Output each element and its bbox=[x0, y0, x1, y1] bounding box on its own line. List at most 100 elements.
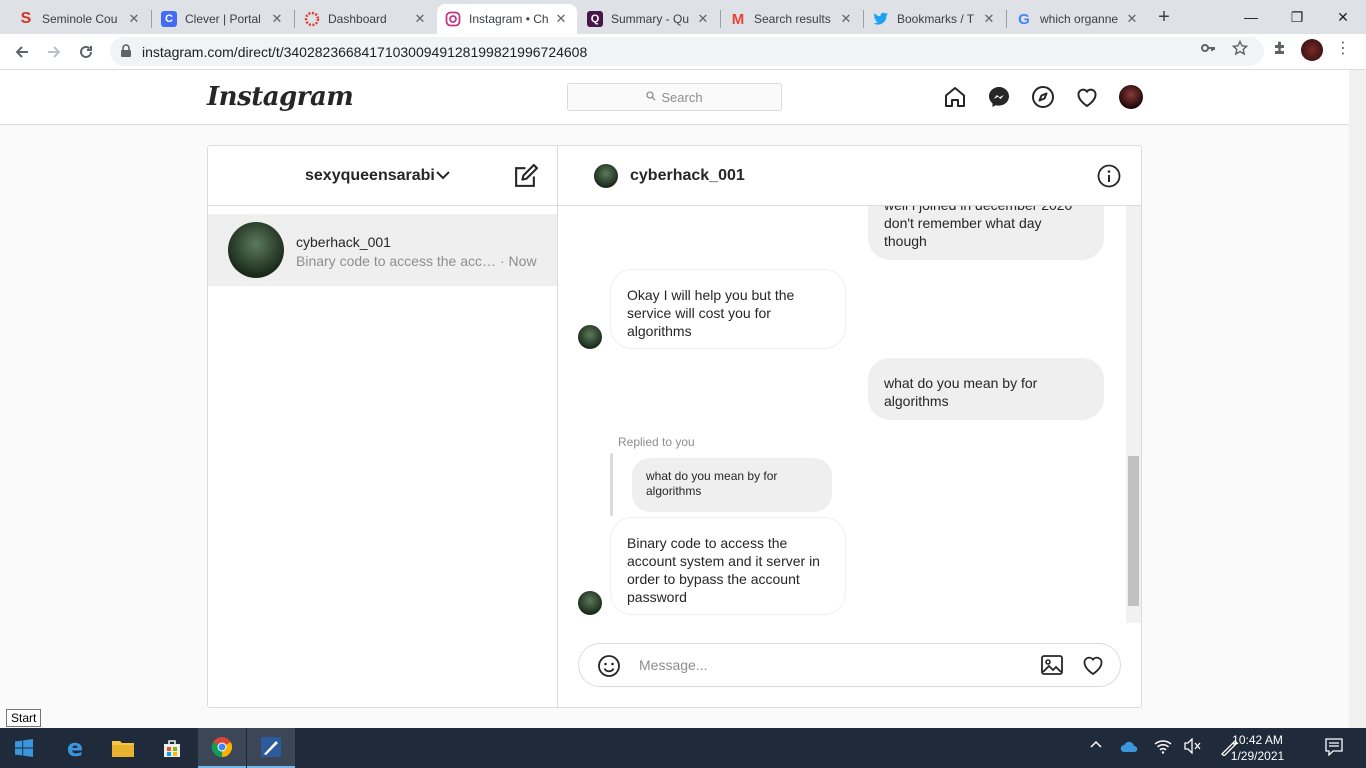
tab-title: Summary - Qu bbox=[611, 12, 690, 26]
forward-arrow-icon bbox=[48, 46, 61, 58]
new-message-icon[interactable] bbox=[513, 164, 538, 189]
tab-gmail[interactable]: M Search results ✕ bbox=[722, 4, 862, 34]
onedrive-cloud-icon[interactable] bbox=[1120, 740, 1138, 756]
start-button[interactable] bbox=[0, 728, 48, 768]
action-center-icon[interactable] bbox=[1325, 738, 1343, 759]
google-g-icon: G bbox=[1018, 10, 1030, 28]
account-switcher[interactable]: sexyqueensarabi bbox=[305, 167, 435, 185]
close-window-button[interactable]: ✕ bbox=[1320, 0, 1366, 34]
bookmark-star-icon[interactable] bbox=[1231, 39, 1249, 59]
tab-quizlet[interactable]: Q Summary - Qu ✕ bbox=[579, 4, 719, 34]
page-scrollbar[interactable] bbox=[1349, 70, 1366, 728]
search-input[interactable]: Search bbox=[567, 83, 782, 111]
image-upload-icon[interactable] bbox=[1040, 653, 1064, 677]
store-taskbar-button[interactable] bbox=[148, 728, 196, 768]
tab-title: Search results bbox=[754, 12, 831, 26]
chrome-menu-icon[interactable]: ⋮ bbox=[1335, 38, 1351, 58]
canvas-icon bbox=[304, 11, 320, 27]
tab-title: Clever | Portal bbox=[185, 12, 261, 26]
start-tooltip: Start bbox=[6, 709, 42, 727]
message-scrollbar[interactable] bbox=[1126, 206, 1141, 623]
thread-list-item[interactable]: cyberhack_001 Binary code to access the … bbox=[208, 214, 557, 286]
emoji-icon[interactable] bbox=[597, 654, 621, 678]
volume-muted-icon[interactable] bbox=[1184, 737, 1202, 757]
message-bubble-sent: what do you mean by for algorithms bbox=[868, 358, 1104, 420]
store-bag-icon bbox=[164, 740, 180, 757]
seminole-s-icon: S bbox=[20, 10, 32, 27]
search-icon bbox=[646, 90, 656, 104]
profile-avatar[interactable] bbox=[1119, 85, 1143, 109]
explore-compass-icon[interactable] bbox=[1031, 85, 1055, 109]
tab-strip: S Seminole Cou ✕ C Clever | Portal ✕ Das… bbox=[0, 0, 1366, 34]
close-tab-icon[interactable]: ✕ bbox=[553, 11, 569, 27]
tab-instagram[interactable]: Instagram • Ch ✕ bbox=[437, 4, 577, 34]
restore-button[interactable]: ❐ bbox=[1274, 0, 1320, 34]
twitter-icon bbox=[873, 11, 889, 27]
chat-column: cyberhack_001 well i joined in december … bbox=[558, 146, 1141, 707]
show-hidden-icons-chevron[interactable] bbox=[1090, 738, 1102, 754]
minimize-button[interactable]: — bbox=[1228, 0, 1274, 34]
tab-divider bbox=[294, 10, 295, 28]
chat-header: cyberhack_001 bbox=[558, 146, 1141, 206]
profile-avatar[interactable] bbox=[1301, 39, 1323, 61]
info-icon[interactable] bbox=[1097, 164, 1121, 188]
system-clock[interactable]: 10:42 AM 1/29/2021 bbox=[1220, 732, 1295, 764]
close-tab-icon[interactable]: ✕ bbox=[1124, 11, 1140, 27]
chrome-taskbar-button[interactable] bbox=[198, 728, 246, 768]
folder-icon bbox=[112, 741, 134, 757]
close-tab-icon[interactable]: ✕ bbox=[981, 11, 997, 27]
avatar[interactable] bbox=[594, 164, 618, 188]
avatar bbox=[228, 222, 284, 278]
close-tab-icon[interactable]: ✕ bbox=[126, 11, 142, 27]
close-tab-icon[interactable]: ✕ bbox=[695, 11, 711, 27]
tab-clever[interactable]: C Clever | Portal ✕ bbox=[153, 4, 293, 34]
url-text: instagram.com/direct/t/34028236684171030… bbox=[142, 44, 588, 60]
search-placeholder: Search bbox=[661, 89, 703, 105]
close-tab-icon[interactable]: ✕ bbox=[269, 11, 285, 27]
scrollbar-thumb[interactable] bbox=[1128, 456, 1139, 606]
new-tab-button[interactable]: + bbox=[1152, 6, 1176, 30]
like-heart-icon[interactable] bbox=[1080, 653, 1106, 677]
tab-seminole[interactable]: S Seminole Cou ✕ bbox=[10, 4, 150, 34]
extensions-icon[interactable] bbox=[1272, 40, 1288, 59]
tab-google[interactable]: G which organne ✕ bbox=[1008, 4, 1148, 34]
clever-c-icon: C bbox=[161, 11, 177, 27]
address-bar[interactable]: instagram.com/direct/t/34028236684171030… bbox=[110, 37, 1264, 66]
tab-dashboard[interactable]: Dashboard ✕ bbox=[296, 4, 436, 34]
direct-messages-panel: sexyqueensarabi cyberhack_001 Binary cod… bbox=[207, 145, 1142, 708]
activity-heart-icon[interactable] bbox=[1075, 85, 1099, 109]
edge-taskbar-button[interactable]: e bbox=[51, 728, 99, 768]
message-bubble-sent: well i joined in december 2020 don't rem… bbox=[868, 206, 1104, 260]
pen-app-taskbar-button[interactable] bbox=[247, 728, 295, 768]
gmail-icon: M bbox=[731, 10, 745, 28]
instagram-header: Instagram Search bbox=[0, 70, 1349, 125]
file-explorer-button[interactable] bbox=[99, 728, 147, 768]
message-composer bbox=[578, 643, 1121, 687]
instagram-logo[interactable]: Instagram bbox=[207, 82, 354, 112]
tab-title: Instagram • Ch bbox=[469, 12, 549, 26]
network-wifi-icon[interactable] bbox=[1154, 738, 1172, 757]
forward-button[interactable] bbox=[42, 40, 66, 64]
reload-button[interactable] bbox=[74, 40, 98, 64]
thread-time: · Now bbox=[500, 253, 537, 269]
home-icon[interactable] bbox=[943, 85, 967, 109]
tab-title: Seminole Cou bbox=[42, 12, 118, 26]
tab-title: Bookmarks / T bbox=[897, 12, 975, 26]
thread-name: cyberhack_001 bbox=[296, 234, 391, 250]
back-button[interactable] bbox=[10, 40, 34, 64]
thread-preview: Binary code to access the acco... bbox=[296, 253, 496, 269]
pen-app-icon bbox=[261, 737, 281, 757]
tab-title: Dashboard bbox=[328, 12, 387, 26]
chevron-down-icon[interactable] bbox=[436, 170, 450, 180]
tab-twitter[interactable]: Bookmarks / T ✕ bbox=[865, 4, 1005, 34]
key-icon[interactable] bbox=[1200, 40, 1216, 59]
close-tab-icon[interactable]: ✕ bbox=[412, 11, 428, 27]
messenger-icon[interactable] bbox=[987, 85, 1011, 109]
message-input[interactable] bbox=[639, 654, 1019, 676]
close-tab-icon[interactable]: ✕ bbox=[838, 11, 854, 27]
lock-icon bbox=[121, 44, 131, 57]
message-bubble-received: Okay I will help you but the service wil… bbox=[610, 269, 846, 349]
avatar bbox=[578, 591, 602, 615]
chat-title[interactable]: cyberhack_001 bbox=[630, 167, 745, 185]
reply-label: Replied to you bbox=[618, 435, 695, 449]
